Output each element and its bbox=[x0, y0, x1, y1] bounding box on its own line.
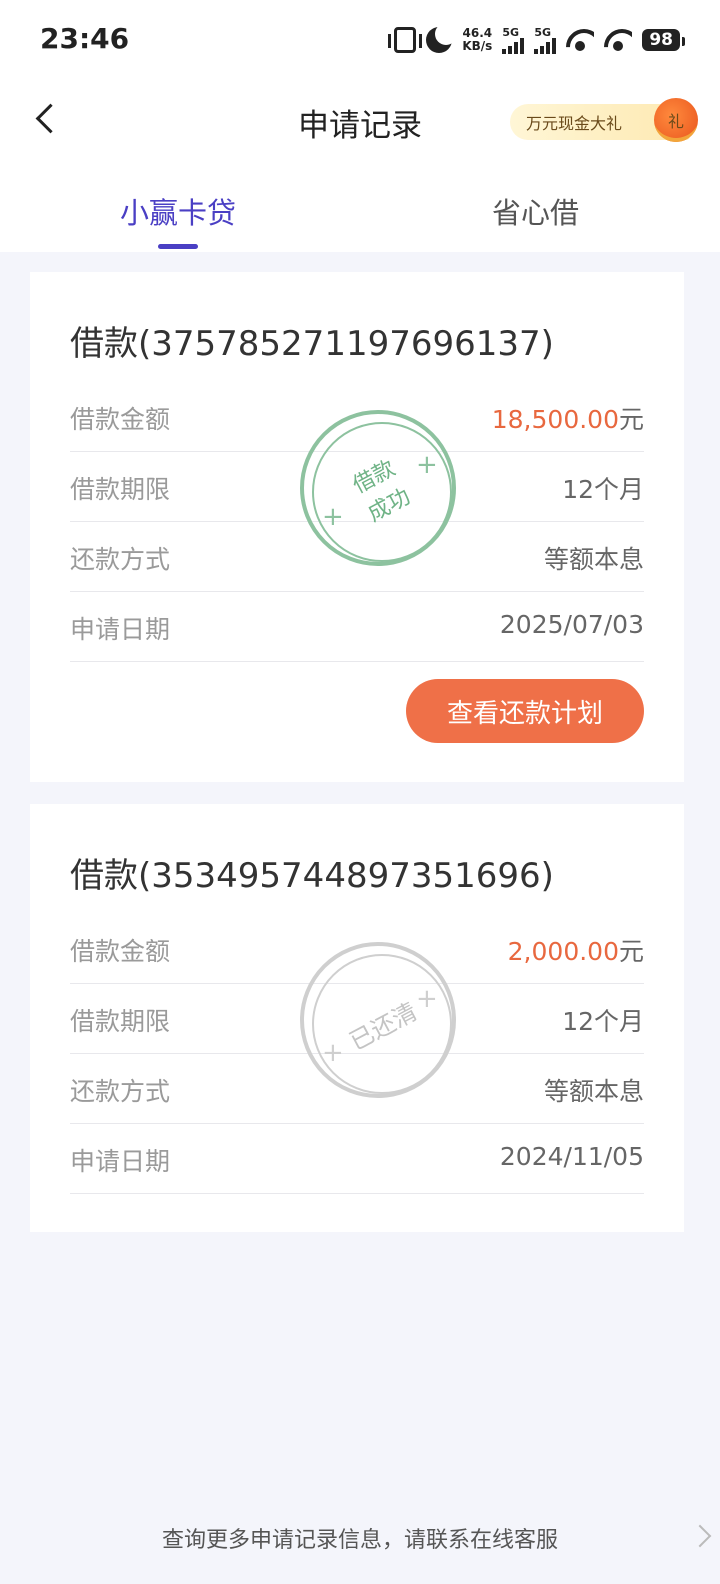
row-label: 借款期限 bbox=[70, 1007, 171, 1036]
nav-header: 申请记录 万元现金大礼 礼 bbox=[0, 80, 720, 164]
paid-off-stamp: 已还清 + + bbox=[300, 942, 456, 1098]
stamp-cross-icon: + bbox=[416, 984, 438, 1014]
gift-bag-text: 礼 bbox=[667, 112, 684, 131]
promo-label: 万元现金大礼 bbox=[526, 114, 623, 133]
row-value: 12个月 bbox=[562, 475, 644, 504]
row-value: 2,000.00元 bbox=[508, 932, 644, 968]
row-value: 2025/07/03 bbox=[499, 610, 644, 639]
signal-icon-2: 5G bbox=[534, 25, 557, 54]
amount-unit: 元 bbox=[618, 937, 644, 966]
row-value: 等额本息 bbox=[543, 545, 644, 574]
vibrate-icon bbox=[388, 27, 423, 53]
row-apply-date: 申请日期 2025/07/03 bbox=[70, 592, 644, 662]
row-apply-date: 申请日期 2024/11/05 bbox=[70, 1124, 644, 1194]
row-label: 借款金额 bbox=[70, 405, 171, 434]
app-screen: 23:46 46.4 KB/s 5G 5G 98 申请记录 万元现金大礼 礼 小… bbox=[0, 0, 720, 1584]
signal-1-tag: 5G bbox=[502, 25, 520, 39]
stamp-cross-icon: + bbox=[322, 1038, 344, 1068]
amount-unit: 元 bbox=[618, 405, 644, 434]
wifi-icon-2 bbox=[604, 29, 632, 51]
stamp-cross-icon: + bbox=[416, 450, 438, 480]
loan-card: 借款(3757852711976961​37) 借款金额 18,500.00元 … bbox=[30, 272, 684, 782]
status-bar: 23:46 46.4 KB/s 5G 5G 98 bbox=[0, 0, 720, 80]
row-value: 等额本息 bbox=[543, 1077, 644, 1106]
row-value: 2024/11/05 bbox=[499, 1142, 644, 1171]
network-speed: 46.4 KB/s bbox=[462, 27, 492, 53]
row-label: 借款金额 bbox=[70, 937, 171, 966]
stamp-line-1: 已还清 bbox=[344, 996, 422, 1056]
battery-icon: 98 bbox=[642, 29, 685, 51]
promo-banner[interactable]: 万元现金大礼 礼 bbox=[510, 98, 698, 142]
loan-title: 借款(3757852711976961​37) bbox=[70, 324, 554, 364]
tab-bar: 小赢卡贷 省心借 bbox=[0, 164, 720, 252]
signal-icon-1: 5G bbox=[502, 25, 525, 54]
network-speed-unit: KB/s bbox=[462, 39, 493, 53]
gift-bag-icon: 礼 bbox=[654, 98, 698, 142]
row-value: 12个月 bbox=[562, 1007, 644, 1036]
stamp-cross-icon: + bbox=[322, 502, 344, 532]
row-label: 申请日期 bbox=[70, 1147, 171, 1176]
loan-card: 借款(353495744897351696) 借款金额 2,000.00元 借款… bbox=[30, 804, 684, 1232]
row-value: 18,500.00元 bbox=[492, 400, 644, 436]
tab-shengxinjie[interactable]: 省心借 bbox=[492, 190, 579, 232]
status-icons: 46.4 KB/s 5G 5G 98 bbox=[388, 23, 685, 56]
active-tab-indicator bbox=[158, 244, 198, 249]
row-label: 申请日期 bbox=[70, 615, 171, 644]
wifi-icon-1 bbox=[566, 29, 594, 51]
status-time: 23:46 bbox=[40, 22, 130, 55]
network-speed-value: 46.4 bbox=[462, 26, 493, 40]
row-label: 还款方式 bbox=[70, 545, 171, 574]
signal-2-tag: 5G bbox=[534, 25, 552, 39]
row-label: 还款方式 bbox=[70, 1077, 171, 1106]
loan-title: 借款(353495744897351696) bbox=[70, 856, 554, 896]
do-not-disturb-icon bbox=[426, 23, 458, 53]
loan-amount: 18,500.00 bbox=[491, 405, 619, 434]
row-label: 借款期限 bbox=[70, 475, 171, 504]
loan-amount: 2,000.00 bbox=[507, 937, 619, 966]
view-repayment-plan-button[interactable]: 查看还款计划 bbox=[406, 679, 644, 743]
tab-xiaoying-card-loan[interactable]: 小赢卡贷 bbox=[120, 190, 236, 232]
loan-success-stamp: 借款 成功 + + bbox=[300, 410, 456, 566]
customer-service-hint[interactable]: 查询更多申请记录信息，请联系在线客服 bbox=[0, 1522, 720, 1554]
